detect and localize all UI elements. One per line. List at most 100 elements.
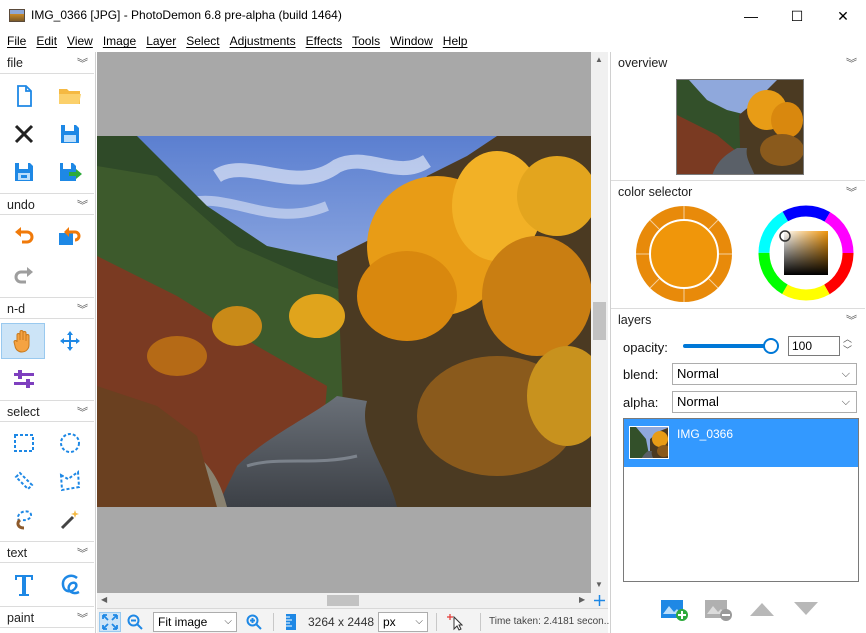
scroll-corner: [591, 593, 608, 608]
layers-header[interactable]: layers ︾: [611, 308, 865, 330]
text-tool[interactable]: [2, 567, 46, 603]
horizontal-scrollbar[interactable]: ◀ ▶: [97, 593, 591, 608]
section-paint[interactable]: paint ︾: [0, 606, 94, 628]
opacity-spinner[interactable]: ︿ ﹀: [843, 334, 852, 356]
unit-select[interactable]: px ⌵: [378, 612, 428, 632]
rect-select-tool[interactable]: [2, 425, 46, 461]
menu-layer[interactable]: Layer: [141, 34, 181, 48]
collapse-icon: ︾: [77, 200, 88, 212]
move-layer-down-button[interactable]: [789, 594, 823, 624]
menu-image[interactable]: Image: [98, 34, 141, 48]
move-tool[interactable]: [48, 323, 92, 359]
close-button[interactable]: ✕: [820, 0, 866, 32]
new-image-button[interactable]: [2, 78, 46, 114]
section-select-label: select: [7, 405, 40, 419]
menu-select[interactable]: Select: [181, 34, 224, 48]
menu-adjustments[interactable]: Adjustments: [225, 34, 301, 48]
sliders-tool[interactable]: [2, 361, 46, 397]
overview-header[interactable]: overview ︾: [611, 52, 865, 74]
alpha-mode-value: Normal: [677, 394, 719, 409]
blend-mode-value: Normal: [677, 366, 719, 381]
image-size-icon-button[interactable]: [280, 612, 302, 632]
hue-wheel-icon: [758, 205, 854, 301]
lasso-select-tool[interactable]: [2, 501, 46, 537]
menu-file[interactable]: File: [2, 34, 31, 48]
hand-tool[interactable]: [1, 323, 45, 359]
add-layer-button[interactable]: [657, 594, 691, 624]
image-canvas[interactable]: [97, 136, 591, 507]
lasso-icon: [16, 510, 33, 530]
move-layer-up-button[interactable]: [745, 594, 779, 624]
canvas[interactable]: [97, 52, 591, 593]
horizontal-scroll-thumb[interactable]: [327, 595, 359, 606]
vertical-scrollbar[interactable]: ▲ ▼: [591, 52, 608, 593]
collapse-icon: ︾: [77, 407, 88, 419]
color-selector-header[interactable]: color selector ︾: [611, 180, 865, 202]
layer-row[interactable]: IMG_0366: [624, 419, 858, 467]
magic-wand-icon: [60, 510, 79, 530]
zoom-select[interactable]: Fit image ⌵: [153, 612, 237, 632]
save-icon: [61, 125, 79, 143]
chevron-down-icon: ⌵: [415, 616, 423, 627]
open-image-button[interactable]: [48, 78, 92, 114]
maximize-button[interactable]: ☐: [774, 0, 820, 32]
section-undo[interactable]: undo ︾: [0, 193, 94, 215]
maximize-icon: ☐: [790, 7, 804, 24]
delete-layer-button[interactable]: [701, 594, 735, 624]
zoom-in-button[interactable]: [243, 612, 265, 632]
save-copy-button[interactable]: [2, 154, 46, 190]
section-select[interactable]: select ︾: [0, 400, 94, 422]
section-nd[interactable]: n-d ︾: [0, 297, 94, 319]
menu-tools[interactable]: Tools: [347, 34, 385, 48]
alpha-mode-select[interactable]: Normal ⌵: [672, 391, 857, 413]
cursor-position-button[interactable]: [444, 612, 466, 632]
toolbox-panel: file ︾ undo ︾ n-d ︾ select ︾ text ︾ pain…: [0, 52, 96, 633]
zoom-out-button[interactable]: [124, 612, 146, 632]
typography-tool[interactable]: [48, 567, 92, 603]
status-separator: [273, 613, 274, 631]
new-file-icon: [17, 85, 32, 107]
primary-color-wheel[interactable]: [635, 205, 733, 303]
export-button[interactable]: [48, 154, 92, 190]
section-file[interactable]: file ︾: [0, 52, 94, 74]
polygon-select-icon: [59, 470, 81, 492]
scroll-right-icon[interactable]: ▶: [579, 595, 585, 604]
section-text[interactable]: text ︾: [0, 541, 94, 563]
menu-window[interactable]: Window: [385, 34, 438, 48]
save-export-icon: [60, 163, 82, 181]
layer-thumb-image: [630, 427, 668, 458]
opacity-slider-track[interactable]: [683, 344, 771, 348]
opacity-slider-thumb[interactable]: [763, 338, 779, 354]
zoom-select-value: Fit image: [158, 615, 208, 629]
color-wheel-picker[interactable]: [758, 205, 854, 301]
redo-button[interactable]: [2, 258, 46, 294]
polygon-select-tool[interactable]: [48, 463, 92, 499]
scroll-up-icon[interactable]: ▲: [595, 55, 603, 64]
menu-view[interactable]: View: [62, 34, 98, 48]
close-image-button[interactable]: [2, 116, 46, 152]
line-select-tool[interactable]: [2, 463, 46, 499]
status-separator: [436, 613, 437, 631]
ellipse-select-tool[interactable]: [48, 425, 92, 461]
scroll-down-icon[interactable]: ▼: [595, 580, 603, 589]
status-separator: [480, 613, 481, 631]
blend-label: blend:: [623, 367, 659, 382]
menu-edit[interactable]: Edit: [31, 34, 62, 48]
opacity-input[interactable]: 100: [788, 336, 840, 356]
layer-list[interactable]: IMG_0366: [623, 418, 859, 582]
undo-button[interactable]: [2, 218, 46, 254]
scroll-left-icon[interactable]: ◀: [101, 595, 107, 604]
magic-wand-tool[interactable]: [48, 501, 92, 537]
fit-to-window-button[interactable]: [99, 612, 121, 632]
blend-mode-select[interactable]: Normal ⌵: [672, 363, 857, 385]
close-icon: ✕: [837, 7, 849, 24]
menu-effects[interactable]: Effects: [301, 34, 347, 48]
vertical-scroll-thumb[interactable]: [593, 302, 606, 340]
menu-help[interactable]: Help: [438, 34, 473, 48]
undo-history-button[interactable]: [48, 218, 92, 254]
app-icon: [9, 9, 25, 22]
save-button[interactable]: [48, 116, 92, 152]
minimize-button[interactable]: —: [728, 0, 774, 32]
collapse-icon: ︾: [77, 613, 88, 625]
overview-thumbnail[interactable]: [676, 79, 804, 175]
